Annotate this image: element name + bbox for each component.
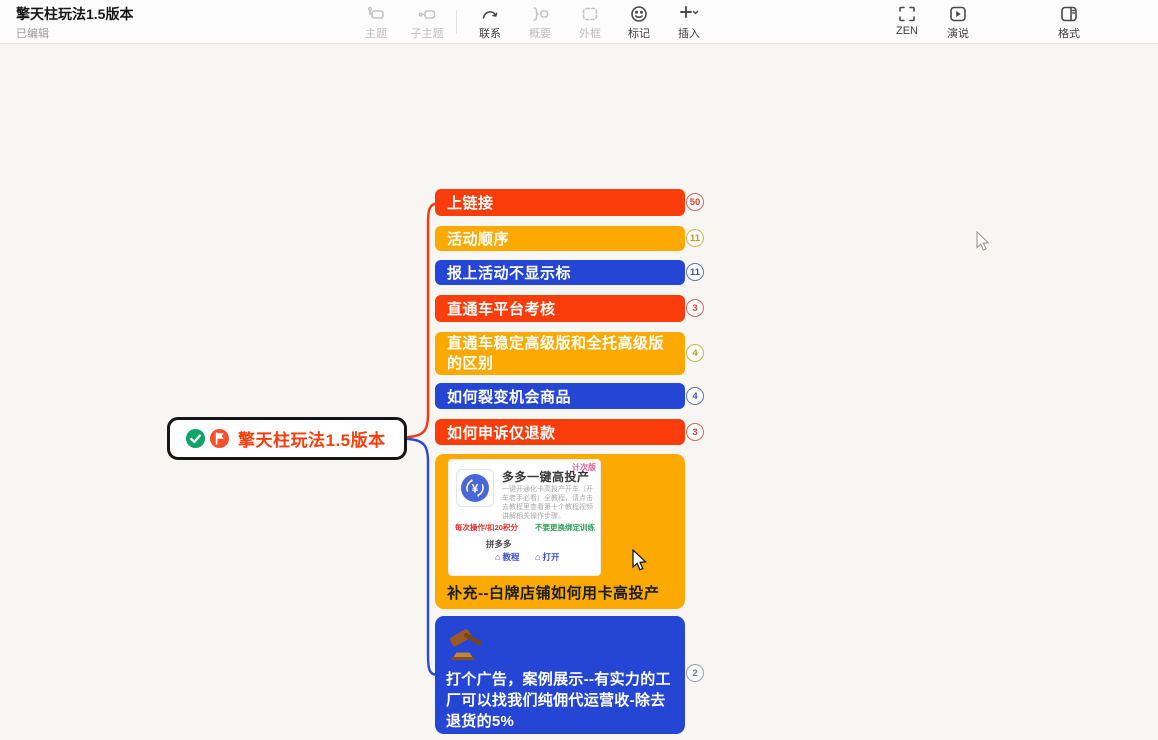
boundary-icon (580, 4, 600, 24)
mindmap-canvas[interactable]: 擎天柱玩法1.5版本 上链接 活动顺序 报上活动不显示标 直通车平台考核 直通车… (0, 44, 1158, 740)
zen-mode-icon (897, 4, 917, 24)
gavel-icon (449, 625, 489, 663)
toolbar-button-format[interactable]: 格式 (1043, 2, 1095, 42)
tutorial-button[interactable]: ⌂教程 (495, 551, 519, 563)
topic-node[interactable]: 直通车平台考核 (435, 295, 685, 322)
mouse-cursor (975, 231, 993, 253)
app-description: 一键开通化卡高投产开车（开车老手必看）全教程，请点击去教程里查看第十个教程视频讲… (502, 485, 597, 521)
toolbar-button-summary[interactable]: 概要 (514, 2, 566, 42)
toolbar-label: 联系 (479, 25, 501, 41)
topic-node[interactable]: 活动顺序 (435, 226, 685, 251)
child-count-badge[interactable]: 4 (686, 344, 704, 362)
root-topic-label: 擎天柱玩法1.5版本 (238, 426, 386, 451)
app-icon-frame: ¥ (456, 469, 494, 507)
summary-icon (530, 4, 550, 24)
child-count-badge[interactable]: 4 (686, 387, 704, 405)
topic-label: 打个广告，案例展示--有实力的工厂可以找我们纯佣代运营收-除去退货的5% (446, 669, 679, 732)
platform-label: 拼多多 (486, 538, 512, 550)
open-button[interactable]: ⌂打开 (535, 551, 559, 563)
titlebar: 擎天柱玩法1.5版本 已编辑 主题 子主题 联系 概要 外框 标记 插入 ZEN… (0, 0, 1158, 44)
toolbar-button-subtopic[interactable]: 子主题 (401, 2, 453, 42)
toolbar-label: 演说 (947, 25, 969, 41)
format-panel-icon (1059, 4, 1079, 24)
child-count-badge[interactable]: 3 (686, 423, 704, 441)
toolbar-button-relationship[interactable]: 联系 (464, 2, 516, 42)
subtopic-icon (417, 4, 437, 24)
toolbar-label: 概要 (529, 25, 551, 41)
topic-label: 直通车稳定高级版和全托高级版的区别 (447, 334, 673, 374)
root-topic[interactable]: 擎天柱玩法1.5版本 (167, 417, 407, 460)
toolbar-button-pitch[interactable]: 演说 (932, 2, 984, 42)
topic-node[interactable]: 直通车稳定高级版和全托高级版的区别 (435, 332, 685, 375)
embedded-image[interactable]: ¥ 多多一键高投产 计次版 一键开通化卡高投产开车（开车老手必看）全教程，请点击… (448, 459, 601, 576)
app-version-tag: 计次版 (572, 462, 596, 473)
child-count-badge[interactable]: 3 (686, 299, 704, 317)
topic-label: 补充--白牌店铺如何用卡高投产 (447, 582, 660, 603)
topic-node[interactable]: 报上活动不显示标 (435, 260, 685, 285)
topic-label: 如何裂变机会商品 (447, 386, 571, 407)
marker-icon (629, 4, 649, 24)
child-count-badge[interactable]: 50 (686, 193, 704, 211)
child-count-badge[interactable]: 2 (686, 664, 704, 682)
red-flag-icon[interactable] (209, 428, 230, 449)
insert-icon (676, 4, 702, 24)
green-note: 不要更换绑定训练 (535, 522, 595, 533)
topic-node[interactable]: 如何申诉仅退款 (435, 419, 685, 445)
topic-label: 报上活动不显示标 (447, 262, 571, 283)
toolbar-label: 插入 (678, 25, 700, 41)
topic-node[interactable]: 如何裂变机会商品 (435, 383, 685, 409)
topic-node[interactable]: 上链接 (435, 189, 685, 216)
document-title: 擎天柱玩法1.5版本 (16, 4, 133, 24)
home-icon: ⌂ (535, 552, 540, 562)
topic-label: 直通车平台考核 (447, 298, 556, 319)
toolbar-button-boundary[interactable]: 外框 (564, 2, 616, 42)
toolbar-button-insert[interactable]: 插入 (663, 2, 715, 42)
pitch-play-icon (948, 4, 968, 24)
toolbar-label: 标记 (628, 25, 650, 41)
cost-note: 每次操作/扣20积分 (455, 522, 518, 533)
topic-icon (366, 4, 386, 24)
relationship-icon (480, 4, 500, 24)
toolbar-label: ZEN (896, 25, 918, 37)
topic-label: 活动顺序 (447, 228, 509, 249)
toolbar-button-topic[interactable]: 主题 (350, 2, 402, 42)
child-count-badge[interactable]: 11 (686, 229, 704, 247)
toolbar-button-zen[interactable]: ZEN (881, 2, 933, 42)
toolbar-label: 外框 (579, 25, 601, 41)
yuan-refresh-icon: ¥ (460, 473, 490, 503)
toolbar-label: 格式 (1058, 25, 1080, 41)
topic-label: 如何申诉仅退款 (447, 422, 556, 443)
toolbar-button-marker[interactable]: 标记 (613, 2, 665, 42)
child-count-badge[interactable]: 11 (686, 263, 704, 281)
topic-node-with-image[interactable]: ¥ 多多一键高投产 计次版 一键开通化卡高投产开车（开车老手必看）全教程，请点击… (435, 454, 685, 609)
toolbar-divider (456, 10, 457, 34)
svg-text:¥: ¥ (472, 482, 479, 496)
button-label: 教程 (502, 551, 519, 563)
home-icon: ⌂ (495, 552, 500, 562)
topic-label: 上链接 (447, 192, 494, 213)
toolbar-label: 子主题 (411, 25, 444, 41)
topic-node-ad[interactable]: 打个广告，案例展示--有实力的工厂可以找我们纯佣代运营收-除去退货的5% (435, 616, 685, 734)
toolbar-label: 主题 (365, 25, 387, 41)
save-status: 已编辑 (16, 25, 49, 41)
task-done-icon[interactable] (185, 428, 206, 449)
button-label: 打开 (542, 551, 559, 563)
